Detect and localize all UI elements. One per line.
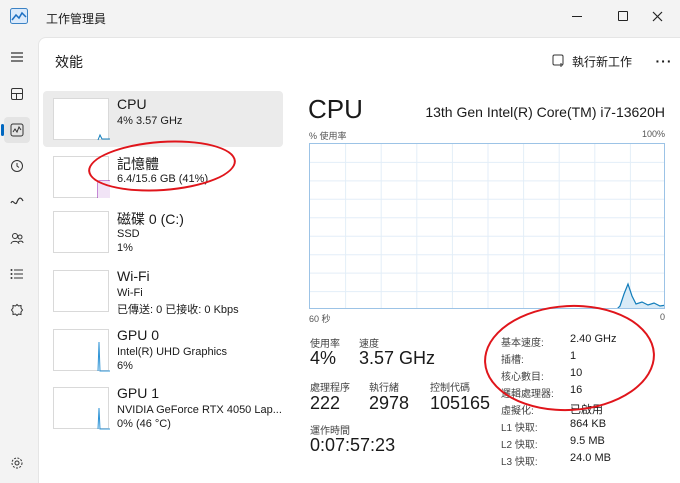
nav-users[interactable]: [4, 225, 30, 251]
gpu1-thumbnail: [53, 387, 110, 430]
device-name: GPU 1: [117, 385, 160, 401]
graph-x-right: 0: [659, 312, 665, 322]
device-detail: SSD: [117, 228, 140, 240]
title-bar: 工作管理員: [0, 0, 680, 34]
performance-icon: [10, 123, 24, 137]
nav-settings[interactable]: [4, 450, 30, 476]
run-new-task-button[interactable]: 執行新工作: [552, 50, 632, 72]
threads-value: 2978: [369, 393, 410, 413]
cpu-thumbnail: [53, 98, 110, 141]
nav-services[interactable]: [4, 297, 30, 323]
minimize-button[interactable]: [554, 0, 600, 32]
device-item-gpu0[interactable]: GPU 0 Intel(R) UHD Graphics 6%: [43, 322, 283, 378]
gear-icon: [11, 457, 23, 469]
info-key: L1 快取:: [501, 423, 538, 434]
device-detail-2: 6%: [117, 360, 133, 372]
cpu-model: 13th Gen Intel(R) Core(TM) i7-13620H: [425, 104, 665, 120]
processes-icon: [11, 88, 23, 100]
navigation-rail: [0, 34, 34, 483]
main-panel: 效能 執行新工作 ··· CPU 4% 3.57 GHz 記憶體 6.4/15.…: [38, 37, 680, 483]
info-key: 核心數目:: [501, 372, 544, 383]
startup-icon: [10, 197, 24, 205]
more-options-button[interactable]: ···: [653, 50, 675, 72]
page-header: 效能 執行新工作 ···: [39, 38, 680, 86]
device-name: GPU 0: [117, 327, 160, 343]
cpu-utilization-graph: [309, 143, 665, 309]
page-title: 效能: [55, 54, 83, 70]
close-button[interactable]: [634, 0, 680, 32]
nav-performance[interactable]: [1, 117, 30, 143]
processes-value: 222: [310, 393, 341, 413]
info-value: 24.0 MB: [570, 452, 611, 464]
device-item-memory[interactable]: 記憶體 6.4/15.6 GB (41%): [43, 149, 283, 205]
info-value: 1: [570, 350, 577, 362]
info-value: 2.40 GHz: [570, 333, 617, 345]
memory-thumbnail: [53, 156, 110, 198]
info-key: L2 快取:: [501, 440, 538, 451]
details-list-icon: [10, 269, 23, 279]
hamburger-menu-button[interactable]: [4, 44, 30, 70]
handles-value: 105165: [430, 393, 491, 413]
hamburger-icon: [11, 52, 23, 62]
info-key: 插槽:: [501, 355, 524, 366]
run-task-icon: [552, 54, 564, 67]
device-item-wifi[interactable]: Wi-Fi Wi-Fi 已傳送: 0 已接收: 0 Kbps: [43, 263, 283, 319]
maximize-icon: [618, 11, 628, 21]
processes-label: 處理程序: [310, 383, 350, 394]
info-value: 已啟用: [570, 404, 603, 416]
nav-details[interactable]: [4, 261, 30, 287]
info-key: 虛擬化:: [501, 406, 534, 417]
device-name: 磁碟 0 (C:): [117, 211, 184, 227]
services-icon: [10, 303, 24, 317]
wifi-thumbnail: [53, 270, 109, 312]
utilization-value: 4%: [310, 348, 337, 368]
info-value: 864 KB: [570, 418, 607, 430]
more-icon: ···: [655, 53, 673, 69]
info-key: 基本速度:: [501, 338, 544, 349]
graph-y-max: 100%: [641, 129, 665, 139]
close-icon: [652, 11, 662, 21]
device-detail: Intel(R) UHD Graphics: [117, 346, 228, 358]
device-detail-2: 1%: [117, 242, 133, 254]
device-item-disk[interactable]: 磁碟 0 (C:) SSD 1%: [43, 204, 283, 260]
device-name: Wi-Fi: [117, 268, 150, 284]
minimize-icon: [572, 15, 582, 17]
device-name: CPU: [117, 96, 147, 112]
device-detail: 4% 3.57 GHz: [117, 115, 183, 127]
users-icon: [10, 233, 24, 245]
info-key: L3 快取:: [501, 457, 538, 468]
device-detail: 6.4/15.6 GB (41%): [117, 173, 209, 185]
uptime-value: 0:07:57:23: [310, 435, 396, 455]
device-item-gpu1[interactable]: GPU 1 NVIDIA GeForce RTX 4050 Lap... 0% …: [43, 380, 283, 436]
cpu-graph-svg: [310, 144, 664, 308]
device-detail: Wi-Fi: [117, 287, 143, 299]
info-value: 16: [570, 384, 583, 396]
device-detail: NVIDIA GeForce RTX 4050 Lap...: [117, 404, 282, 416]
nav-startup-apps[interactable]: [4, 189, 30, 215]
graph-x-left: 60 秒: [309, 314, 331, 324]
threads-label: 執行緒: [369, 383, 399, 394]
handles-label: 控制代碼: [430, 383, 470, 394]
detail-title: CPU: [308, 94, 363, 124]
info-value: 9.5 MB: [570, 435, 605, 447]
info-key: 邏輯處理器:: [501, 389, 554, 400]
graph-y-label: % 使用率: [309, 131, 347, 141]
run-new-task-label: 執行新工作: [572, 54, 633, 69]
device-detail-2: 0% (46 °C): [117, 418, 171, 430]
disk-thumbnail: [53, 211, 109, 253]
speed-value: 3.57 GHz: [359, 348, 436, 368]
gpu0-thumbnail: [53, 329, 110, 372]
info-value: 10: [570, 367, 583, 379]
device-name: 記憶體: [117, 156, 159, 172]
nav-app-history[interactable]: [4, 153, 30, 179]
nav-processes[interactable]: [4, 81, 30, 107]
device-detail-2: 已傳送: 0 已接收: 0 Kbps: [117, 304, 239, 316]
history-icon: [11, 160, 23, 172]
task-manager-icon: [10, 8, 28, 24]
window-title: 工作管理員: [46, 12, 107, 26]
device-item-cpu[interactable]: CPU 4% 3.57 GHz: [43, 91, 283, 147]
